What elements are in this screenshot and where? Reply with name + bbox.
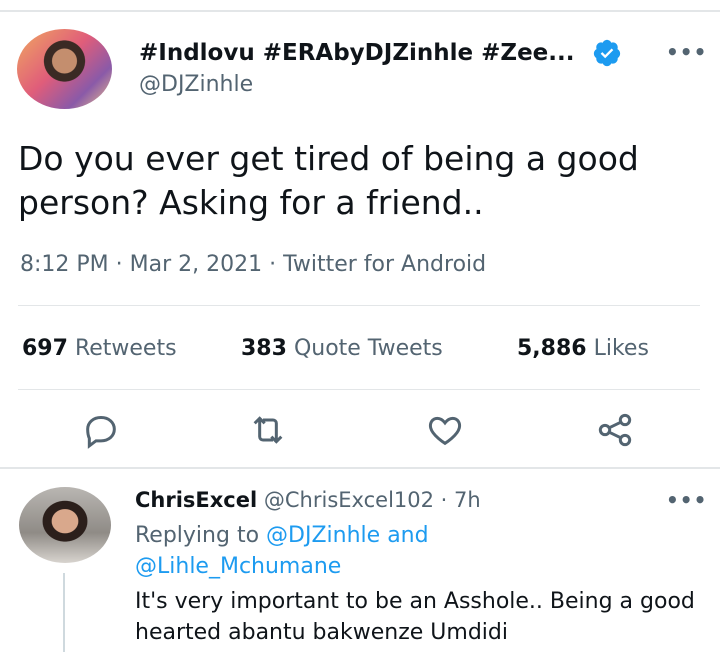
replying-and: and [387, 523, 429, 548]
replying-user-link[interactable]: @DJZinhle [266, 523, 380, 548]
replying-to: Replying to @DJZinhle and @Lihle_Mchuman… [135, 520, 695, 582]
tweet-meta: 8:12 PM · Mar 2, 2021 · Twitter for Andr… [20, 252, 487, 277]
retweets-stat[interactable]: 697 Retweets [22, 336, 177, 361]
likes-label: Likes [593, 336, 649, 361]
replying-prefix: Replying to [135, 523, 260, 548]
author-handle[interactable]: @DJZinhle [139, 72, 253, 97]
author-display-name[interactable]: #Indlovu #ERAbyDJZinhle #Zee... [139, 40, 574, 66]
divider [0, 467, 720, 469]
reply-text: It's very important to be an Asshole.. B… [135, 589, 695, 645]
share-icon[interactable] [595, 410, 635, 450]
top-divider [0, 10, 720, 12]
retweets-count: 697 [22, 336, 68, 361]
more-icon[interactable]: ••• [666, 40, 707, 64]
retweet-icon[interactable] [248, 410, 288, 450]
reply-handle-time[interactable]: @ChrisExcel102 · 7h [264, 488, 481, 512]
reply-author-avatar[interactable] [19, 487, 111, 563]
likes-stat[interactable]: 5,886 Likes [517, 336, 649, 361]
quotes-count: 383 [241, 336, 287, 361]
quotes-label: Quote Tweets [293, 336, 443, 361]
quote-tweets-stat[interactable]: 383 Quote Tweets [241, 336, 443, 361]
reply-display-name[interactable]: ChrisExcel [135, 488, 257, 512]
divider [18, 305, 700, 306]
thread-line [63, 573, 65, 652]
more-icon[interactable]: ••• [666, 488, 707, 512]
divider [18, 389, 700, 390]
verified-badge-icon [593, 39, 621, 67]
author-avatar[interactable] [17, 29, 112, 109]
reply-icon[interactable] [81, 410, 121, 450]
tweet-text: Do you ever get tired of being a good pe… [18, 139, 639, 222]
retweets-label: Retweets [74, 336, 177, 361]
reply-header: ChrisExcel @ChrisExcel102 · 7h [135, 488, 481, 512]
replying-user-link[interactable]: @Lihle_Mchumane [135, 554, 341, 579]
likes-count: 5,886 [517, 336, 587, 361]
like-icon[interactable] [425, 410, 465, 450]
